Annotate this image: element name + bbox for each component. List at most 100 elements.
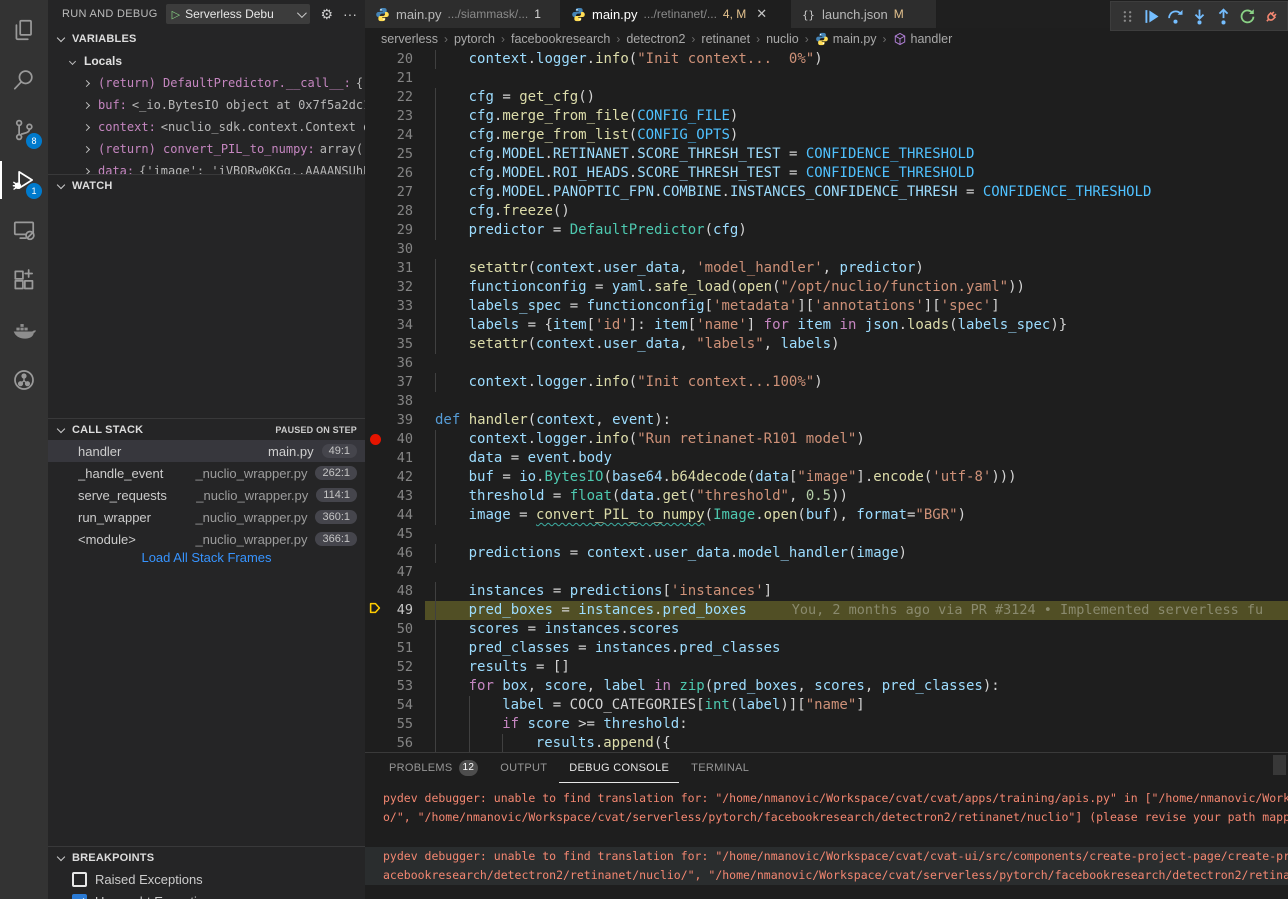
breakpoint-gutter[interactable]: [367, 525, 383, 544]
code-line[interactable]: 20context.logger.info("Init context... 0…: [365, 50, 1288, 69]
step-into-button[interactable]: [1188, 5, 1210, 27]
activity-bar-item-source-control[interactable]: 8: [0, 105, 48, 155]
breadcrumb-file[interactable]: main.py: [815, 32, 877, 46]
breakpoint-row[interactable]: Uncaught Exceptions: [48, 890, 365, 899]
load-all-stack-frames-link[interactable]: Load All Stack Frames: [48, 550, 365, 570]
close-icon[interactable]: ✕: [756, 6, 767, 22]
panel-tab-terminal[interactable]: TERMINAL: [681, 753, 759, 783]
code-line[interactable]: 32functionconfig = yaml.safe_load(open("…: [365, 278, 1288, 297]
breakpoint-gutter[interactable]: [367, 126, 383, 145]
gripper-icon[interactable]: [1116, 5, 1138, 27]
code-line[interactable]: 40context.logger.info("Run retinanet-R10…: [365, 430, 1288, 449]
breakpoint-gutter[interactable]: [367, 677, 383, 696]
breakpoint-gutter[interactable]: [367, 430, 383, 449]
breakpoint-gutter[interactable]: [367, 278, 383, 297]
breakpoint-gutter[interactable]: [367, 335, 383, 354]
launch-config-dropdown[interactable]: ▷ Serverless Debu: [166, 4, 311, 24]
breakpoint-gutter[interactable]: [367, 373, 383, 392]
breakpoint-gutter[interactable]: [367, 297, 383, 316]
code-line[interactable]: 21: [365, 69, 1288, 88]
editor-tab[interactable]: main.py.../siammask/...1: [365, 0, 561, 28]
breakpoint-gutter[interactable]: [367, 221, 383, 240]
breadcrumb-item[interactable]: nuclio: [766, 32, 799, 46]
code-line[interactable]: 50scores = instances.scores: [365, 620, 1288, 639]
code-line[interactable]: 48instances = predictions['instances']: [365, 582, 1288, 601]
breakpoint-gutter[interactable]: [367, 715, 383, 734]
code-line[interactable]: 34labels = {item['id']: item['name'] for…: [365, 316, 1288, 335]
variable-row[interactable]: buf:<_io.BytesIO object at 0x7f5a2dc1ecc…: [48, 94, 365, 116]
code-line[interactable]: 52results = []: [365, 658, 1288, 677]
code-line[interactable]: 42buf = io.BytesIO(base64.b64decode(data…: [365, 468, 1288, 487]
breakpoint-gutter[interactable]: [367, 734, 383, 752]
variable-row[interactable]: (return) convert_PIL_to_numpy:array([[[ …: [48, 138, 365, 160]
code-line[interactable]: 51pred_classes = instances.pred_classes: [365, 639, 1288, 658]
code-line[interactable]: 37context.logger.info("Init context...10…: [365, 373, 1288, 392]
breakpoints-section-header[interactable]: BREAKPOINTS: [48, 846, 365, 868]
activity-bar-item-gitlens[interactable]: [0, 355, 48, 405]
breadcrumb-item[interactable]: serverless: [381, 32, 438, 46]
breakpoint-gutter[interactable]: [367, 316, 383, 335]
breadcrumb-item[interactable]: detectron2: [626, 32, 685, 46]
activity-bar-item-search[interactable]: [0, 55, 48, 105]
more-actions-icon[interactable]: ···: [343, 6, 357, 22]
breakpoint-gutter[interactable]: [367, 354, 383, 373]
breakpoint-checkbox[interactable]: [72, 872, 87, 887]
disconnect-button[interactable]: [1260, 5, 1282, 27]
breakpoint-gutter[interactable]: [367, 544, 383, 563]
code-line[interactable]: 47: [365, 563, 1288, 582]
breakpoint-gutter[interactable]: [367, 107, 383, 126]
breakpoint-gutter[interactable]: [367, 601, 383, 620]
variable-row[interactable]: context:<nuclio_sdk.context.Context obje…: [48, 116, 365, 138]
breakpoint-gutter[interactable]: [367, 240, 383, 259]
code-line[interactable]: 33labels_spec = functionconfig['metadata…: [365, 297, 1288, 316]
code-line[interactable]: 44image = convert_PIL_to_numpy(Image.ope…: [365, 506, 1288, 525]
code-line[interactable]: 55if score >= threshold:: [365, 715, 1288, 734]
breakpoint-gutter[interactable]: [367, 449, 383, 468]
breakpoint-gutter[interactable]: [367, 506, 383, 525]
start-debug-icon[interactable]: ▷: [172, 8, 180, 21]
code-line[interactable]: 49pred_boxes = instances.pred_boxesYou, …: [365, 601, 1288, 620]
code-editor[interactable]: 20context.logger.info("Init context... 0…: [365, 50, 1288, 752]
code-line[interactable]: 28cfg.freeze(): [365, 202, 1288, 221]
activity-bar-item-remote-explorer[interactable]: [0, 205, 48, 255]
code-line[interactable]: 35setattr(context.user_data, "labels", l…: [365, 335, 1288, 354]
code-line[interactable]: 43threshold = float(data.get("threshold"…: [365, 487, 1288, 506]
stack-frame-row[interactable]: serve_requests_nuclio_wrapper.py114:1: [48, 484, 365, 506]
editor-tab[interactable]: {}launch.jsonM: [791, 0, 937, 28]
code-line[interactable]: 24cfg.merge_from_list(CONFIG_OPTS): [365, 126, 1288, 145]
code-line[interactable]: 46predictions = context.user_data.model_…: [365, 544, 1288, 563]
breakpoint-gutter[interactable]: [367, 50, 383, 69]
breakpoint-gutter[interactable]: [367, 658, 383, 677]
stack-frame-row[interactable]: <module>_nuclio_wrapper.py366:1: [48, 528, 365, 550]
breakpoint-gutter[interactable]: [367, 202, 383, 221]
code-line[interactable]: 22cfg = get_cfg(): [365, 88, 1288, 107]
activity-bar-item-extensions[interactable]: [0, 255, 48, 305]
panel-tab-output[interactable]: OUTPUT: [490, 753, 557, 783]
code-line[interactable]: 27cfg.MODEL.PANOPTIC_FPN.COMBINE.INSTANC…: [365, 183, 1288, 202]
breakpoint-gutter[interactable]: [367, 145, 383, 164]
code-line[interactable]: 29predictor = DefaultPredictor(cfg): [365, 221, 1288, 240]
stack-frame-row[interactable]: _handle_event_nuclio_wrapper.py262:1: [48, 462, 365, 484]
code-line[interactable]: 38: [365, 392, 1288, 411]
panel-scrollbar[interactable]: [1273, 755, 1286, 775]
code-line[interactable]: 31setattr(context.user_data, 'model_hand…: [365, 259, 1288, 278]
breakpoint-gutter[interactable]: [367, 487, 383, 506]
locals-scope-row[interactable]: Locals: [48, 50, 365, 72]
panel-tab-problems[interactable]: PROBLEMS12: [379, 753, 488, 783]
breakpoint-checkbox[interactable]: [72, 894, 87, 899]
code-line[interactable]: 25cfg.MODEL.RETINANET.SCORE_THRESH_TEST …: [365, 145, 1288, 164]
editor-tab[interactable]: main.py.../retinanet/...4, M✕: [561, 0, 791, 28]
restart-button[interactable]: [1236, 5, 1258, 27]
breakpoint-gutter[interactable]: [367, 468, 383, 487]
stack-frame-row[interactable]: run_wrapper_nuclio_wrapper.py360:1: [48, 506, 365, 528]
gear-icon[interactable]: ⚙: [320, 6, 333, 23]
breakpoint-gutter[interactable]: [367, 164, 383, 183]
variables-section-header[interactable]: VARIABLES: [48, 28, 365, 50]
activity-bar-item-run-and-debug[interactable]: 1: [0, 155, 48, 205]
code-line[interactable]: 54label = COCO_CATEGORIES[int(label)]["n…: [365, 696, 1288, 715]
code-line[interactable]: 26cfg.MODEL.ROI_HEADS.SCORE_THRESH_TEST …: [365, 164, 1288, 183]
code-line[interactable]: 53for box, score, label in zip(pred_boxe…: [365, 677, 1288, 696]
breakpoint-row[interactable]: Raised Exceptions: [48, 868, 365, 890]
stack-frame-row[interactable]: handlermain.py49:1: [48, 440, 365, 462]
code-line[interactable]: 56results.append({: [365, 734, 1288, 752]
